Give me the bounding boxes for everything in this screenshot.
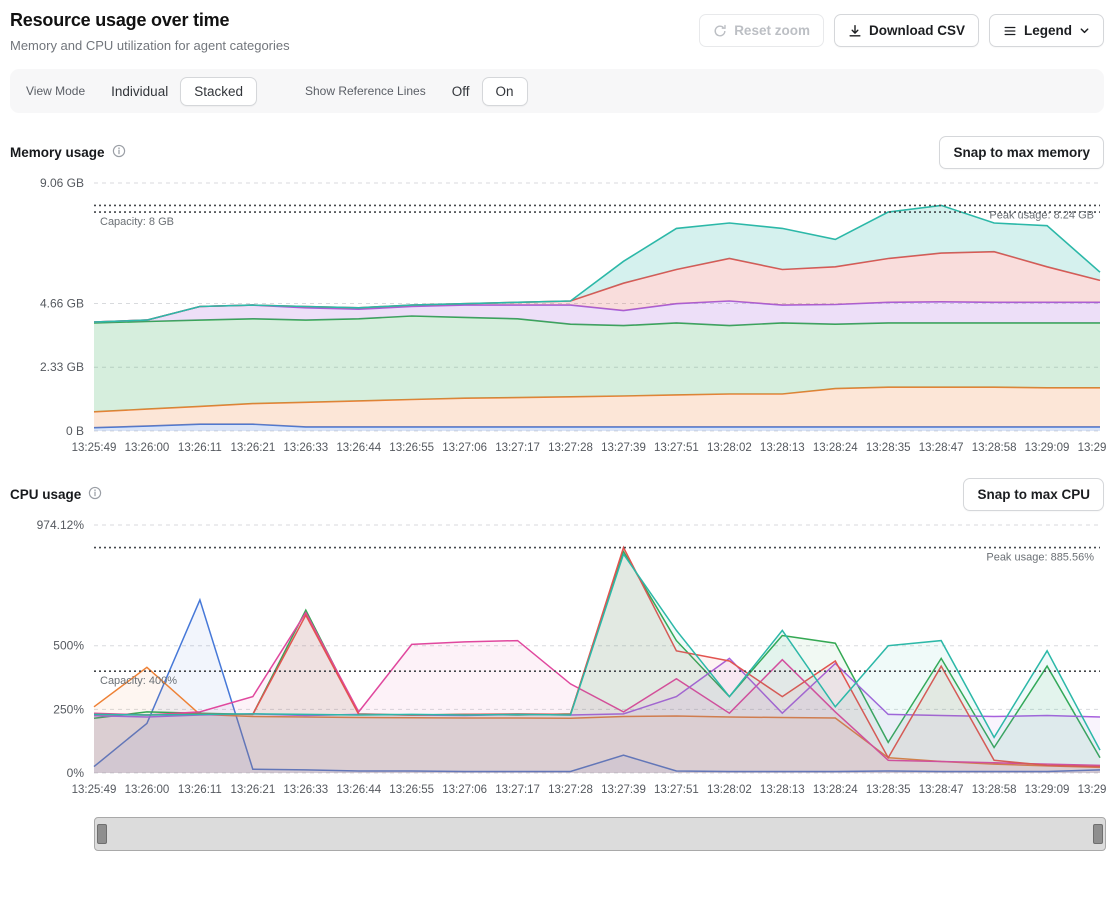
x-tick-label: 13:26:00 <box>125 784 170 796</box>
y-tick-label: 9.06 GB <box>40 176 84 190</box>
x-tick-label: 13:27:17 <box>495 442 540 454</box>
y-tick-label: 0% <box>67 766 85 780</box>
series-area-teal <box>94 554 1100 773</box>
download-csv-button[interactable]: Download CSV <box>834 14 979 47</box>
x-tick-label: 13:27:28 <box>548 442 593 454</box>
x-tick-label: 13:28:13 <box>760 442 805 454</box>
chevron-down-icon <box>1079 25 1090 36</box>
x-tick-label: 13:28:35 <box>866 442 911 454</box>
y-tick-label: 500% <box>53 639 84 653</box>
header: Resource usage over time Memory and CPU … <box>10 10 1104 53</box>
snap-to-max-cpu-button[interactable]: Snap to max CPU <box>963 478 1104 511</box>
time-range-brush-container <box>94 817 1106 851</box>
reference-line-label: Capacity: 8 GB <box>100 216 174 228</box>
dashboard-page: Resource usage over time Memory and CPU … <box>0 0 1116 851</box>
x-tick-label: 13:27:39 <box>601 442 646 454</box>
x-tick-label: 13:28:13 <box>760 784 805 796</box>
header-actions: Reset zoom Download CSV Legend <box>699 10 1104 47</box>
x-tick-label: 13:25:49 <box>72 784 117 796</box>
view-mode-stacked[interactable]: Stacked <box>180 77 257 106</box>
cpu-chart[interactable]: 974.12% 500% 250% 0% Capacity: 400% Peak usag… <box>10 515 1106 801</box>
y-tick-label: 4.66 GB <box>40 296 84 310</box>
x-tick-label: 13:28:58 <box>972 784 1017 796</box>
x-tick-label: 13:26:55 <box>389 784 434 796</box>
x-tick-label: 13:29:24 <box>1078 784 1106 796</box>
time-range-slider[interactable] <box>94 817 1106 851</box>
x-tick-label: 13:27:39 <box>601 784 646 796</box>
reference-lines-off[interactable]: Off <box>440 77 482 106</box>
download-icon <box>848 24 862 38</box>
x-tick-label: 13:27:06 <box>442 442 487 454</box>
reference-line-label: Peak usage: 885.56% <box>986 552 1094 564</box>
x-tick-label: 13:28:47 <box>919 784 964 796</box>
brush-handle-right[interactable] <box>1093 824 1103 844</box>
x-tick-label: 13:28:47 <box>919 442 964 454</box>
x-tick-label: 13:26:11 <box>178 784 222 796</box>
snap-to-max-memory-button[interactable]: Snap to max memory <box>939 136 1104 169</box>
download-csv-label: Download CSV <box>869 23 965 38</box>
memory-section-header: Memory usage Snap to max memory <box>10 135 1104 169</box>
page-subtitle: Memory and CPU utilization for agent cat… <box>10 38 290 53</box>
reset-zoom-icon <box>713 24 727 38</box>
cpu-title-text: CPU usage <box>10 487 81 502</box>
x-tick-label: 13:26:55 <box>389 442 434 454</box>
page-title: Resource usage over time <box>10 10 290 31</box>
x-tick-label: 13:27:17 <box>495 784 540 796</box>
x-tick-label: 13:28:35 <box>866 784 911 796</box>
x-tick-label: 13:28:02 <box>707 442 752 454</box>
x-tick-label: 13:29:09 <box>1025 784 1070 796</box>
x-tick-label: 13:27:06 <box>442 784 487 796</box>
x-tick-label: 13:28:24 <box>813 442 858 454</box>
x-tick-label: 13:26:33 <box>283 442 328 454</box>
reference-line-label: Peak usage: 8.24 GB <box>989 209 1094 221</box>
x-tick-label: 13:27:51 <box>654 784 699 796</box>
x-tick-label: 13:26:44 <box>336 784 381 796</box>
x-tick-label: 13:26:44 <box>336 442 381 454</box>
memory-section-title: Memory usage <box>10 144 126 161</box>
x-tick-label: 13:28:58 <box>972 442 1017 454</box>
y-tick-label: 0 B <box>66 424 84 438</box>
reference-lines-label: Show Reference Lines <box>305 84 426 98</box>
x-tick-label: 13:28:02 <box>707 784 752 796</box>
x-tick-label: 13:27:51 <box>654 442 699 454</box>
reference-line-label: Capacity: 400% <box>100 675 177 687</box>
info-icon[interactable] <box>88 486 102 503</box>
memory-chart[interactable]: 9.06 GB 4.66 GB 2.33 GB 0 B Capacity: 8 GB Pe… <box>10 173 1106 459</box>
cpu-section-title: CPU usage <box>10 486 102 503</box>
legend-list-icon <box>1003 24 1017 38</box>
legend-label: Legend <box>1024 23 1072 38</box>
x-tick-label: 13:26:00 <box>125 442 170 454</box>
y-tick-label: 974.12% <box>37 518 85 532</box>
view-mode-individual[interactable]: Individual <box>99 77 180 106</box>
y-tick-label: 250% <box>53 702 84 716</box>
x-tick-label: 13:29:24 <box>1078 442 1106 454</box>
x-tick-label: 13:26:21 <box>230 784 275 796</box>
x-tick-label: 13:27:28 <box>548 784 593 796</box>
brush-handle-left[interactable] <box>97 824 107 844</box>
x-tick-label: 13:26:33 <box>283 784 328 796</box>
view-mode-label: View Mode <box>26 84 85 98</box>
chart-controls-bar: View Mode Individual Stacked Show Refere… <box>10 69 1104 113</box>
x-tick-label: 13:29:09 <box>1025 442 1070 454</box>
x-tick-label: 13:28:24 <box>813 784 858 796</box>
header-titles: Resource usage over time Memory and CPU … <box>10 10 290 53</box>
x-tick-label: 13:26:11 <box>178 442 222 454</box>
memory-title-text: Memory usage <box>10 145 105 160</box>
cpu-section-header: CPU usage Snap to max CPU <box>10 477 1104 511</box>
y-tick-label: 2.33 GB <box>40 360 84 374</box>
reset-zoom-label: Reset zoom <box>734 23 810 38</box>
reset-zoom-button[interactable]: Reset zoom <box>699 14 824 47</box>
info-icon[interactable] <box>112 144 126 161</box>
legend-button[interactable]: Legend <box>989 14 1104 47</box>
x-tick-label: 13:26:21 <box>230 442 275 454</box>
x-tick-label: 13:25:49 <box>72 442 117 454</box>
reference-lines-on[interactable]: On <box>482 77 528 106</box>
